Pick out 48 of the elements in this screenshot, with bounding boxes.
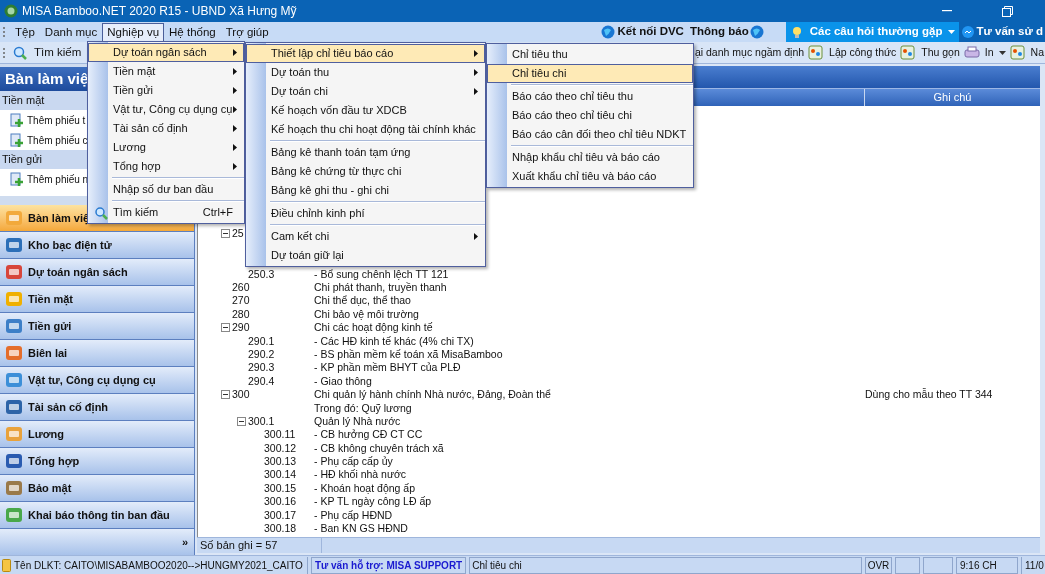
row-name: Quản lý Nhà nước (314, 414, 401, 427)
row-code: 300.18 (264, 523, 297, 534)
row-code: 250.3 (248, 268, 275, 280)
row-name: Chi thể dục, thể thao (314, 294, 411, 307)
row-code: 300.14 (264, 469, 297, 480)
row-code: 290 (232, 322, 250, 333)
row-code: 300.1 (248, 415, 275, 427)
row-name: - CB không chuyên trách xã (314, 441, 444, 454)
date: 11/0 (1021, 556, 1045, 574)
window-title: MISA Bamboo.NET 2020 R15 - UBND Xã Hưng Mỹ (22, 3, 297, 20)
database-path: Tên DLKT: CAITO\MISABAMBOO2020-->HUNGMY2021_CAITO (14, 558, 303, 573)
row-code: 290.2 (248, 348, 275, 360)
row-name: - Bổ sung chênh lệch TT 121 (314, 267, 449, 280)
mode-indicator: OVR (865, 556, 892, 574)
row-name: - Các HĐ kinh tế khác (4% chi TX) (314, 334, 474, 347)
row-name: - Khoán hoạt động ấp (314, 481, 415, 494)
row-name: - Phụ cấp HĐND (314, 508, 393, 521)
row-name: Trong đó: Quỹ lương (314, 401, 412, 414)
row-name: - Phụ cấp cấp ủy (314, 455, 393, 468)
row-name: Chi các hoạt động kinh tế (314, 321, 433, 334)
row-name: Chi bảo vệ môi trường (314, 307, 419, 320)
record-count: Số bản ghi = 57 (197, 538, 322, 553)
row-code: 300.16 (264, 496, 297, 507)
row-code: 300.13 (264, 456, 297, 467)
row-code: 300 (232, 389, 250, 400)
row-code: 300.11 (264, 429, 296, 440)
row-code: 290.4 (248, 375, 275, 387)
row-name: - Giao thông (314, 374, 372, 387)
status-text: Chỉ tiêu chi (469, 556, 862, 574)
row-name: - Ban KN GS HĐND (314, 522, 408, 535)
row-code: 300.15 (264, 482, 297, 494)
row-name: - BS phần mềm kế toán xã MisaBamboo (314, 347, 503, 360)
row-code: 290.1 (248, 335, 275, 347)
row-name: Chi phát thanh, truyền thanh (314, 281, 447, 293)
row-code: 290.3 (248, 362, 275, 373)
row-note: Dùng cho mẫu theo TT 344 (865, 388, 993, 401)
row-code: 260 (232, 282, 250, 293)
row-code: 270 (232, 295, 250, 306)
row-code: 300.12 (264, 442, 297, 454)
row-name: - KP phần mềm BHYT của PLĐ (314, 361, 461, 374)
row-name: - HĐ khối nhà nước (314, 468, 407, 481)
row-name: - KP TL ngày công LĐ ấp (314, 495, 432, 508)
clock: 9:16 CH (956, 556, 1018, 574)
row-name: - CB hưởng CĐ CT CC (314, 428, 423, 441)
row-name: Chi quản lý hành chính Nhà nước, Đảng, Đoàn thể (314, 388, 551, 401)
row-code: 300.17 (264, 509, 297, 521)
row-code: 280 (232, 308, 250, 320)
row-code: 25 (232, 228, 244, 239)
